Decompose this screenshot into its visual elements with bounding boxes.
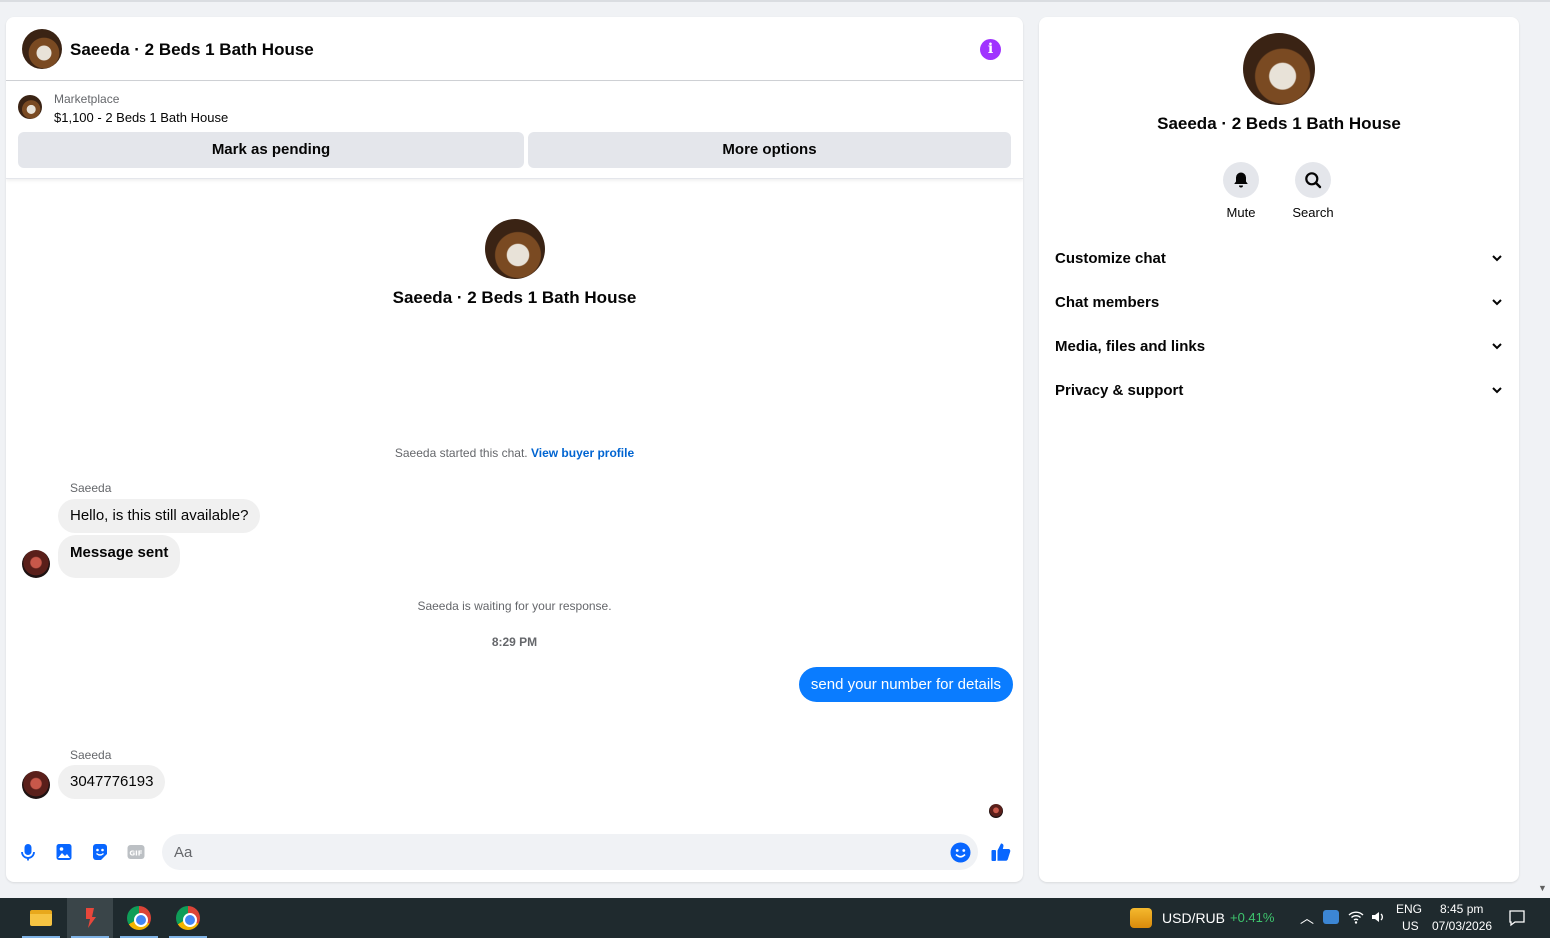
sender-avatar[interactable] bbox=[22, 771, 50, 799]
notification-icon[interactable] bbox=[1508, 909, 1526, 930]
currency-widget-icon[interactable] bbox=[1130, 908, 1152, 928]
chevron-down-icon bbox=[1492, 299, 1502, 306]
clock-date[interactable]: 07/03/2026 bbox=[1432, 919, 1492, 933]
section-media-files-links[interactable]: Media, files and links bbox=[1039, 324, 1519, 368]
section-label: Chat members bbox=[1055, 293, 1160, 311]
message-sender-name: Saeeda bbox=[70, 481, 112, 495]
sticker-icon[interactable] bbox=[90, 842, 110, 862]
info-icon[interactable]: i bbox=[980, 39, 1001, 60]
chat-started-notice: Saeeda started this chat. View buyer pro… bbox=[6, 446, 1023, 460]
chrome-icon[interactable] bbox=[116, 898, 162, 938]
search-icon[interactable] bbox=[1295, 162, 1331, 198]
window-top-border bbox=[0, 0, 1550, 2]
listing-thumbnail[interactable] bbox=[18, 95, 42, 119]
outgoing-message-bubble[interactable]: send your number for details bbox=[798, 667, 1013, 702]
section-customize-chat[interactable]: Customize chat bbox=[1039, 236, 1519, 280]
chevron-down-icon bbox=[1492, 343, 1502, 350]
chat-started-text: Saeeda started this chat. bbox=[394, 446, 528, 460]
file-explorer-icon[interactable] bbox=[18, 898, 64, 938]
listing-source-label: Marketplace bbox=[54, 92, 120, 106]
chat-details-panel: Saeeda · 2 Beds 1 Bath House Mute Search… bbox=[1039, 17, 1519, 882]
scrollbar-down-arrow[interactable]: ▼ bbox=[1538, 883, 1547, 893]
message-composer: GIF bbox=[6, 829, 1023, 875]
svg-text:GIF: GIF bbox=[129, 850, 142, 858]
cloud-icon[interactable] bbox=[1323, 910, 1339, 924]
search-button[interactable]: Search bbox=[1283, 162, 1343, 220]
sender-avatar[interactable] bbox=[22, 550, 50, 578]
bell-icon[interactable] bbox=[1223, 162, 1259, 198]
incoming-message-bubble[interactable]: Message sent bbox=[58, 535, 181, 578]
conversation-avatar[interactable] bbox=[22, 29, 62, 69]
emoji-icon[interactable] bbox=[950, 842, 971, 863]
view-buyer-profile-link[interactable]: View buyer profile bbox=[531, 446, 634, 460]
details-title: Saeeda · 2 Beds 1 Bath House bbox=[1157, 114, 1401, 133]
microphone-icon[interactable] bbox=[18, 842, 38, 862]
language-indicator[interactable]: ENG bbox=[1396, 902, 1422, 916]
waiting-notice: Saeeda is waiting for your response. bbox=[417, 599, 612, 613]
more-options-button[interactable]: More options bbox=[528, 132, 1011, 168]
section-label: Privacy & support bbox=[1055, 381, 1184, 399]
chevron-down-icon bbox=[1492, 387, 1502, 394]
chat-header: Saeeda · 2 Beds 1 Bath House i bbox=[6, 17, 1023, 81]
incoming-message-bubble[interactable]: 3047776193 bbox=[58, 765, 166, 799]
thumbs-up-icon[interactable] bbox=[990, 841, 1012, 863]
mute-button[interactable]: Mute bbox=[1211, 162, 1271, 220]
message-sender-name: Saeeda bbox=[70, 748, 112, 762]
chevron-up-icon[interactable]: ︿ bbox=[1300, 908, 1314, 928]
ticker-change[interactable]: +0.41% bbox=[1230, 910, 1274, 925]
search-label: Search bbox=[1292, 205, 1334, 220]
clock-time[interactable]: 8:45 pm bbox=[1440, 902, 1483, 916]
section-privacy-support[interactable]: Privacy & support bbox=[1039, 368, 1519, 412]
mark-as-pending-button[interactable]: Mark as pending bbox=[18, 132, 524, 168]
incoming-message-bubble[interactable]: Hello, is this still available? bbox=[58, 499, 261, 533]
intro-title: Saeeda · 2 Beds 1 Bath House bbox=[392, 288, 637, 307]
marketplace-listing-bar: Marketplace $1,100 - 2 Beds 1 Bath House… bbox=[6, 82, 1023, 179]
wifi-icon[interactable] bbox=[1348, 909, 1364, 928]
details-avatar[interactable] bbox=[1243, 33, 1315, 105]
gif-icon[interactable]: GIF bbox=[126, 842, 146, 862]
mute-label: Mute bbox=[1226, 205, 1256, 220]
taskbar: USD/RUB +0.41% ︿ ENG US 8:45 pm 07/03/20… bbox=[0, 898, 1550, 938]
seen-indicator-avatar bbox=[989, 804, 1003, 818]
chevron-down-icon bbox=[1492, 255, 1502, 262]
section-chat-members[interactable]: Chat members bbox=[1039, 280, 1519, 324]
message-input[interactable] bbox=[162, 834, 978, 870]
section-label: Media, files and links bbox=[1055, 337, 1206, 355]
chrome-icon[interactable] bbox=[165, 898, 211, 938]
listing-price-title[interactable]: $1,100 - 2 Beds 1 Bath House bbox=[54, 110, 228, 125]
conversation-title[interactable]: Saeeda · 2 Beds 1 Bath House bbox=[70, 40, 314, 60]
ticker-symbol[interactable]: USD/RUB bbox=[1162, 910, 1225, 926]
chat-panel: Saeeda · 2 Beds 1 Bath House i Marketpla… bbox=[6, 17, 1023, 882]
intro-avatar[interactable] bbox=[485, 219, 545, 279]
app-icon[interactable] bbox=[67, 898, 113, 938]
speaker-icon[interactable] bbox=[1370, 909, 1386, 928]
photo-icon[interactable] bbox=[54, 842, 74, 862]
message-timestamp: 8:29 PM bbox=[491, 635, 538, 649]
section-label: Customize chat bbox=[1055, 249, 1166, 267]
keyboard-layout-indicator[interactable]: US bbox=[1402, 919, 1419, 933]
